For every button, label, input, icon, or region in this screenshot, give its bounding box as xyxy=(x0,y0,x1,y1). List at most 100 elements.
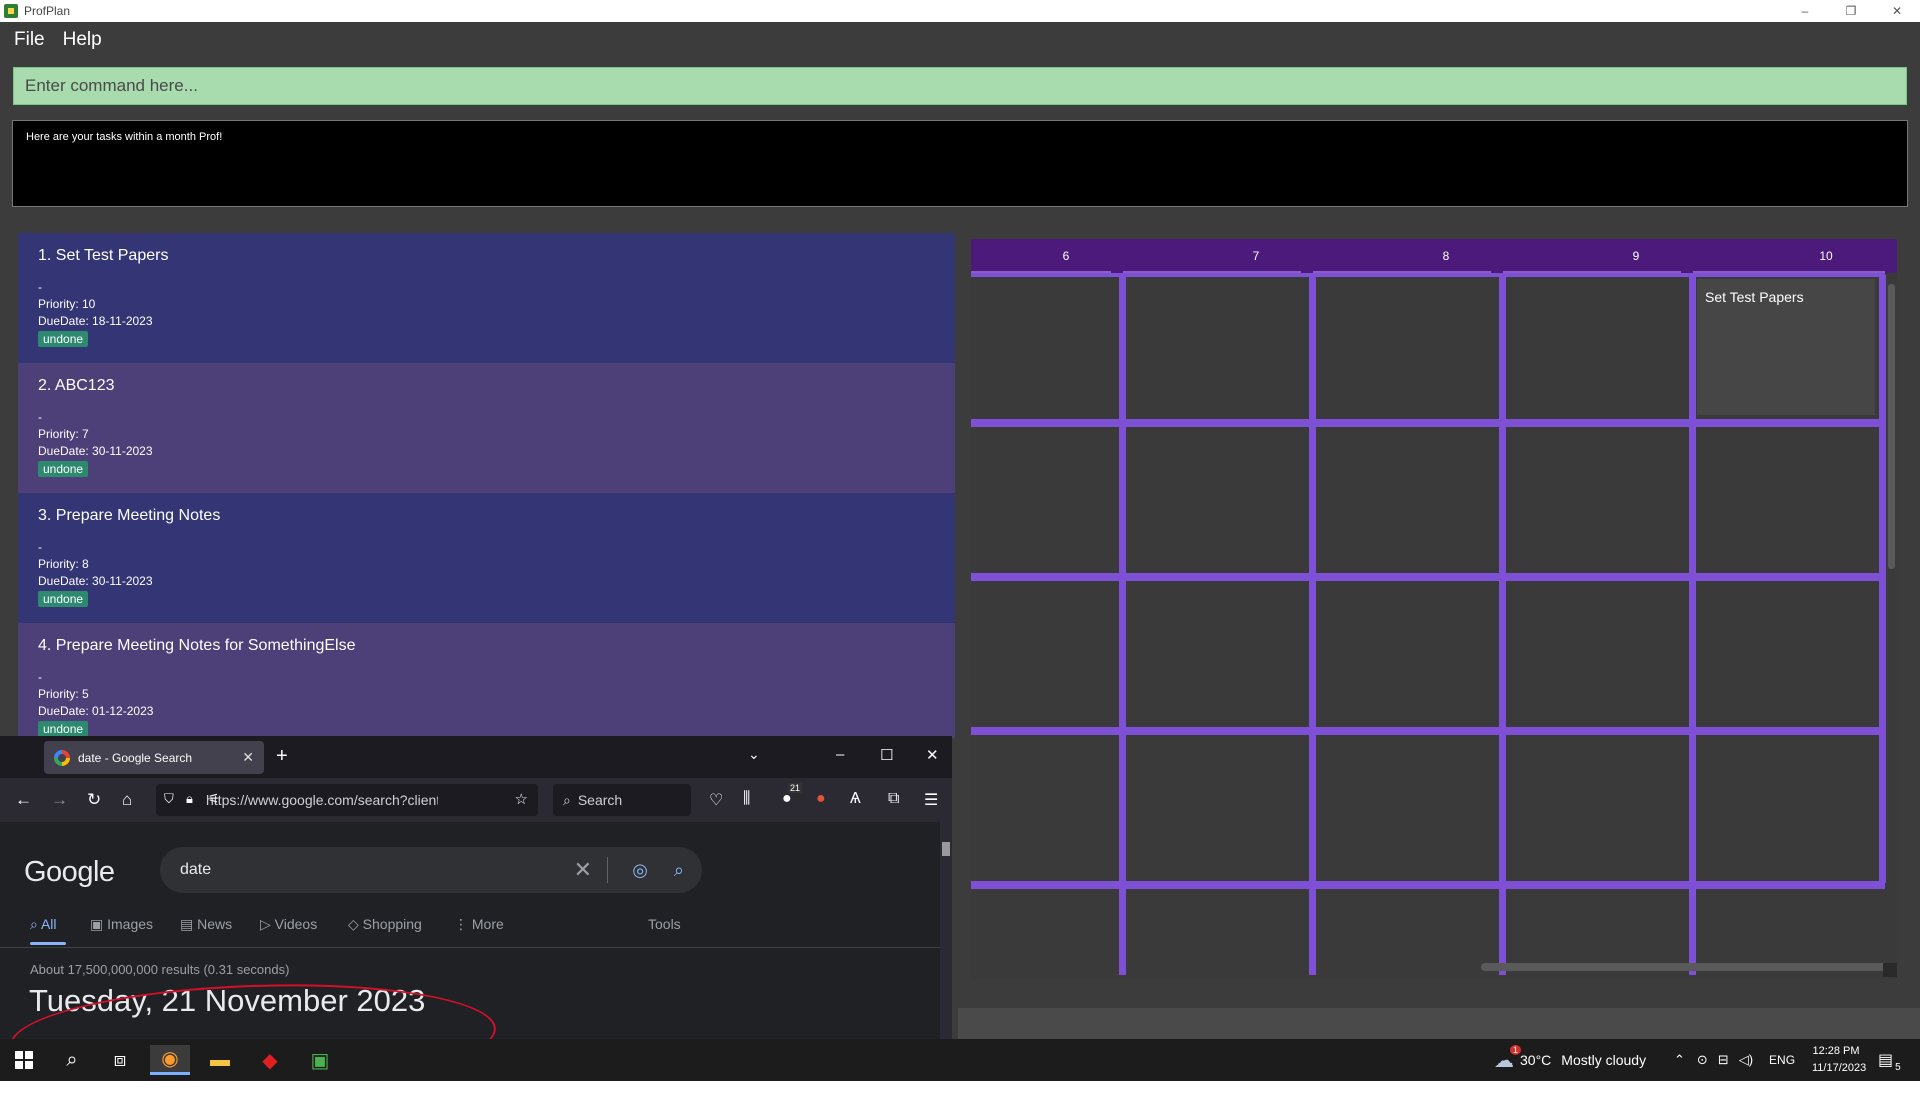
task-due-date: DueDate: 30-11-2023 xyxy=(38,444,153,458)
profplan-app-icon xyxy=(4,4,18,18)
acrobat-reader-icon[interactable]: ◆ xyxy=(250,1045,290,1075)
google-search-icon[interactable]: ⌕ xyxy=(674,860,684,881)
weather-widget[interactable]: ☁ 1 30°C Mostly cloudy xyxy=(1494,1039,1646,1081)
google-tab-news[interactable]: ▤ News xyxy=(180,916,232,933)
command-input[interactable] xyxy=(25,76,1895,96)
task-description: - xyxy=(38,280,42,294)
url-bar[interactable]: ⛉ 🔒︎ ⚟ https://www.google.com/search?cli… xyxy=(156,784,538,816)
google-tab-all[interactable]: ⌕ All xyxy=(30,916,57,933)
extension-badge-icon[interactable]: ● 21 xyxy=(782,783,803,808)
task-title: 3. Prepare Meeting Notes xyxy=(38,507,221,524)
extension-red-icon[interactable]: ● xyxy=(816,790,826,808)
task-title: 4. Prepare Meeting Notes for SomethingEl… xyxy=(38,637,356,654)
calendar-day-header: 6 xyxy=(1062,249,1070,263)
hamburger-menu-icon[interactable]: ☰ xyxy=(924,790,938,810)
google-tools-button[interactable]: Tools xyxy=(648,916,681,932)
calendar-day-header: 7 xyxy=(1252,249,1260,263)
status-tag: undone xyxy=(38,331,89,347)
restore-button[interactable]: ❐ xyxy=(1828,0,1874,22)
task-due-date: DueDate: 18-11-2023 xyxy=(38,314,153,328)
browser-maximize-icon[interactable]: ☐ xyxy=(880,746,893,764)
shield-icon[interactable]: ⛉ xyxy=(164,791,174,807)
list-all-tabs-icon[interactable]: ⌄ xyxy=(748,746,760,763)
menu-help[interactable]: Help xyxy=(63,29,102,51)
extensions-puzzle-icon[interactable]: ⧉ xyxy=(888,790,899,808)
minimize-button[interactable]: – xyxy=(1782,0,1828,22)
task-card[interactable]: 1. Set Test Papers - Priority: 10 DueDat… xyxy=(18,233,955,363)
taskbar-clock[interactable]: 12:28 PM 11/17/2023 xyxy=(1812,1043,1866,1077)
task-description: - xyxy=(38,540,42,554)
task-card[interactable]: 2. ABC123 - Priority: 7 DueDate: 30-11-2… xyxy=(18,363,955,493)
calendar-event-title: Set Test Papers xyxy=(1705,289,1804,305)
google-lens-icon[interactable]: ◎ xyxy=(632,860,648,881)
browser-minimize-icon[interactable]: – xyxy=(836,746,844,763)
task-card[interactable]: 4. Prepare Meeting Notes for SomethingEl… xyxy=(18,623,955,738)
grid-line xyxy=(971,727,1885,735)
task-view-icon[interactable]: ⧈ xyxy=(100,1045,140,1075)
input-language[interactable]: ENG xyxy=(1769,1053,1795,1067)
calendar-grid[interactable]: 6 7 8 9 10 Set Test Papers xyxy=(971,239,1897,979)
status-tag: undone xyxy=(38,721,89,737)
lock-icon[interactable]: 🔒︎ xyxy=(186,791,193,807)
back-arrow-icon[interactable]: ← xyxy=(15,790,32,810)
status-tag: undone xyxy=(38,591,89,607)
file-explorer-icon[interactable]: ▬ xyxy=(200,1045,240,1075)
calendar-event[interactable]: Set Test Papers xyxy=(1697,279,1875,415)
permissions-icon[interactable]: ⚟ xyxy=(208,791,220,807)
browser-tab[interactable]: date - Google Search ✕ xyxy=(44,741,264,774)
browser-nav-bar: ← → ↻ ⌂ ⛉ 🔒︎ ⚟ https://www.google.com/se… xyxy=(0,778,952,822)
task-description: - xyxy=(38,410,42,424)
grid-line xyxy=(1309,275,1316,975)
notification-center-icon[interactable]: ▤ 5 xyxy=(1878,1039,1901,1081)
task-card[interactable]: 3. Prepare Meeting Notes - Priority: 8 D… xyxy=(18,493,955,623)
clear-search-icon[interactable]: ✕ xyxy=(574,857,592,883)
calendar-header: 6 7 8 9 10 xyxy=(971,239,1897,273)
bookmark-star-icon[interactable]: ☆ xyxy=(515,790,528,808)
task-description: - xyxy=(38,670,42,684)
page-scrollbar-thumb[interactable] xyxy=(942,842,950,856)
library-icon[interactable]: ⫼ xyxy=(743,790,750,808)
volume-icon[interactable]: ◁) xyxy=(1739,1052,1753,1068)
google-search-box[interactable]: date ✕ ◎ ⌕ xyxy=(160,847,702,893)
new-tab-icon[interactable]: + xyxy=(276,745,288,768)
task-due-date: DueDate: 01-12-2023 xyxy=(38,704,154,718)
show-hidden-icons-icon[interactable]: ⌃ xyxy=(1674,1052,1685,1068)
calendar-horizontal-scrollbar[interactable] xyxy=(1481,963,1891,971)
firefox-taskbar-icon[interactable]: ◉ xyxy=(150,1045,190,1075)
extension-translate-icon[interactable]: Ѧ xyxy=(850,790,861,808)
google-logo[interactable]: Google xyxy=(24,856,115,889)
browser-search-box[interactable]: ⌕ Search xyxy=(553,784,691,816)
weather-alert-badge: 1 xyxy=(1510,1045,1522,1055)
menu-bar: File Help xyxy=(0,22,1920,58)
weather-description: Mostly cloudy xyxy=(1561,1052,1647,1068)
browser-close-icon[interactable]: ✕ xyxy=(926,746,939,764)
profplan-taskbar-icon[interactable]: ▣ xyxy=(300,1045,340,1075)
calendar-vertical-scrollbar[interactable] xyxy=(1888,284,1895,569)
task-title: 1. Set Test Papers xyxy=(38,247,169,264)
task-priority: Priority: 7 xyxy=(38,427,89,441)
menu-file[interactable]: File xyxy=(14,29,45,51)
taskbar-search-icon[interactable]: ⌕ xyxy=(52,1045,92,1075)
camera-icon[interactable]: ⊙ xyxy=(1697,1052,1708,1068)
window-controls: – ❐ ✕ xyxy=(1782,0,1920,22)
page-scrollbar[interactable] xyxy=(940,822,952,1039)
reload-icon[interactable]: ↻ xyxy=(87,790,101,810)
windows-logo-icon xyxy=(15,1051,33,1069)
close-button[interactable]: ✕ xyxy=(1874,0,1920,22)
grid-line xyxy=(971,881,1885,889)
forward-arrow-icon[interactable]: → xyxy=(51,790,68,810)
tab-close-icon[interactable]: ✕ xyxy=(242,749,254,766)
status-tag: undone xyxy=(38,461,89,477)
pocket-icon[interactable]: ♡ xyxy=(709,790,723,810)
start-button[interactable] xyxy=(4,1045,44,1075)
google-tab-videos[interactable]: ▷ Videos xyxy=(260,916,317,933)
home-icon[interactable]: ⌂ xyxy=(122,790,132,810)
scroll-corner xyxy=(1883,963,1897,977)
task-list-panel[interactable]: 1. Set Test Papers - Priority: 10 DueDat… xyxy=(13,228,958,738)
google-tab-shopping[interactable]: ◇ Shopping xyxy=(348,916,422,933)
browser-tab-bar: date - Google Search ✕ + ⌄ – ☐ ✕ xyxy=(0,736,952,778)
google-tab-more[interactable]: ⋮ More xyxy=(454,916,504,933)
google-tab-images[interactable]: ▣ Images xyxy=(90,916,153,933)
network-icon[interactable]: ⊟ xyxy=(1718,1052,1729,1068)
window-title: ProfPlan xyxy=(24,4,71,18)
